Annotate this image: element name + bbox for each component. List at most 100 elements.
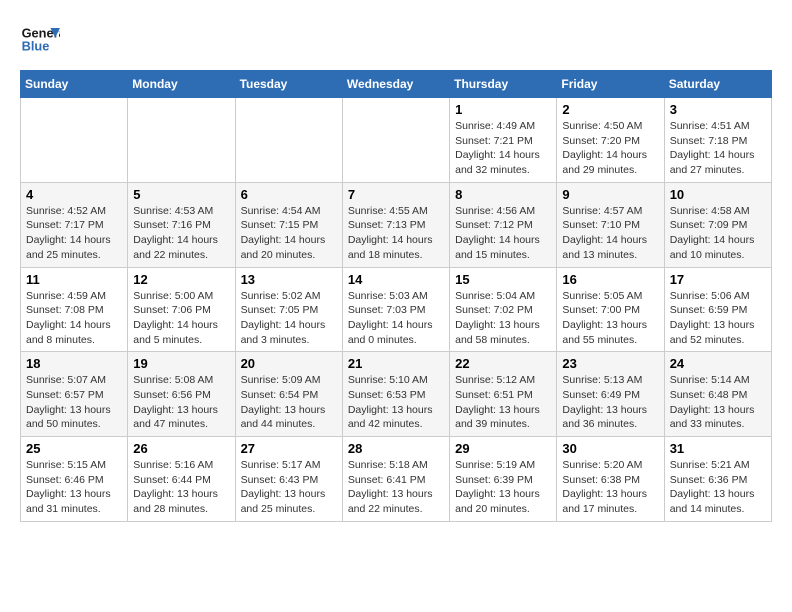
day-cell [128,98,235,183]
header-sunday: Sunday [21,71,128,98]
day-info: Sunrise: 4:57 AMSunset: 7:10 PMDaylight:… [562,204,658,263]
day-info: Sunrise: 5:16 AMSunset: 6:44 PMDaylight:… [133,458,229,517]
day-cell: 16Sunrise: 5:05 AMSunset: 7:00 PMDayligh… [557,267,664,352]
day-cell: 22 Sunrise: 5:12 AMSunset: 6:51 PMDayligh… [450,352,557,437]
day-number: 16 [562,272,658,287]
day-info: Sunrise: 5:02 AMSunset: 7:05 PMDaylight:… [241,289,337,348]
day-number: 5 [133,187,229,202]
day-number: 23 [562,356,658,371]
day-info: Sunrise: 4:51 AMSunset: 7:18 PMDaylight:… [670,119,766,178]
day-number: 11 [26,272,122,287]
day-number: 18 [26,356,122,371]
day-cell: 3 Sunrise: 4:51 AMSunset: 7:18 PMDaylight… [664,98,771,183]
day-cell: 31 Sunrise: 5:21 AMSunset: 6:36 PMDayligh… [664,437,771,522]
day-info: Sunrise: 5:06 AMSunset: 6:59 PMDaylight:… [670,289,766,348]
day-info: Sunrise: 4:53 AMSunset: 7:16 PMDaylight:… [133,204,229,263]
day-number: 13 [241,272,337,287]
day-number: 28 [348,441,444,456]
day-number: 24 [670,356,766,371]
week-row-1: 1 Sunrise: 4:49 AMSunset: 7:21 PMDaylight… [21,98,772,183]
header-thursday: Thursday [450,71,557,98]
day-cell: 20 Sunrise: 5:09 AMSunset: 6:54 PMDayligh… [235,352,342,437]
day-number: 7 [348,187,444,202]
header-monday: Monday [128,71,235,98]
day-info: Sunrise: 5:13 AMSunset: 6:49 PMDaylight:… [562,373,658,432]
day-cell: 25 Sunrise: 5:15 AMSunset: 6:46 PMDayligh… [21,437,128,522]
day-cell: 14 Sunrise: 5:03 AMSunset: 7:03 PMDayligh… [342,267,449,352]
day-cell: 2Sunrise: 4:50 AMSunset: 7:20 PMDaylight… [557,98,664,183]
day-number: 2 [562,102,658,117]
day-number: 4 [26,187,122,202]
day-number: 20 [241,356,337,371]
day-cell [235,98,342,183]
week-row-5: 25 Sunrise: 5:15 AMSunset: 6:46 PMDayligh… [21,437,772,522]
week-row-4: 18 Sunrise: 5:07 AMSunset: 6:57 PMDayligh… [21,352,772,437]
day-number: 25 [26,441,122,456]
day-cell: 12Sunrise: 5:00 AMSunset: 7:06 PMDayligh… [128,267,235,352]
day-cell: 18 Sunrise: 5:07 AMSunset: 6:57 PMDayligh… [21,352,128,437]
day-number: 9 [562,187,658,202]
day-cell: 15 Sunrise: 5:04 AMSunset: 7:02 PMDayligh… [450,267,557,352]
day-cell: 19 Sunrise: 5:08 AMSunset: 6:56 PMDayligh… [128,352,235,437]
day-cell: 9 Sunrise: 4:57 AMSunset: 7:10 PMDaylight… [557,182,664,267]
day-info: Sunrise: 5:10 AMSunset: 6:53 PMDaylight:… [348,373,444,432]
day-cell [342,98,449,183]
day-number: 26 [133,441,229,456]
day-cell: 1 Sunrise: 4:49 AMSunset: 7:21 PMDaylight… [450,98,557,183]
day-number: 15 [455,272,551,287]
day-cell: 23 Sunrise: 5:13 AMSunset: 6:49 PMDayligh… [557,352,664,437]
day-info: Sunrise: 5:17 AMSunset: 6:43 PMDaylight:… [241,458,337,517]
page-header: General Blue [20,20,772,60]
calendar-table: SundayMondayTuesdayWednesdayThursdayFrid… [20,70,772,522]
day-number: 31 [670,441,766,456]
day-cell: 28 Sunrise: 5:18 AMSunset: 6:41 PMDayligh… [342,437,449,522]
day-info: Sunrise: 4:56 AMSunset: 7:12 PMDaylight:… [455,204,551,263]
day-info: Sunrise: 5:09 AMSunset: 6:54 PMDaylight:… [241,373,337,432]
svg-text:Blue: Blue [22,38,50,53]
day-info: Sunrise: 5:04 AMSunset: 7:02 PMDaylight:… [455,289,551,348]
day-number: 21 [348,356,444,371]
logo: General Blue [20,20,60,60]
day-cell: 27 Sunrise: 5:17 AMSunset: 6:43 PMDayligh… [235,437,342,522]
day-number: 30 [562,441,658,456]
day-number: 1 [455,102,551,117]
day-number: 19 [133,356,229,371]
day-info: Sunrise: 5:12 AMSunset: 6:51 PMDaylight:… [455,373,551,432]
day-cell: 17 Sunrise: 5:06 AMSunset: 6:59 PMDayligh… [664,267,771,352]
day-number: 6 [241,187,337,202]
day-info: Sunrise: 5:08 AMSunset: 6:56 PMDaylight:… [133,373,229,432]
day-number: 10 [670,187,766,202]
day-info: Sunrise: 4:52 AMSunset: 7:17 PMDaylight:… [26,204,122,263]
day-number: 14 [348,272,444,287]
day-number: 29 [455,441,551,456]
day-info: Sunrise: 5:07 AMSunset: 6:57 PMDaylight:… [26,373,122,432]
day-info: Sunrise: 5:03 AMSunset: 7:03 PMDaylight:… [348,289,444,348]
day-info: Sunrise: 5:18 AMSunset: 6:41 PMDaylight:… [348,458,444,517]
day-info: Sunrise: 5:15 AMSunset: 6:46 PMDaylight:… [26,458,122,517]
day-info: Sunrise: 4:58 AMSunset: 7:09 PMDaylight:… [670,204,766,263]
day-number: 3 [670,102,766,117]
day-info: Sunrise: 4:49 AMSunset: 7:21 PMDaylight:… [455,119,551,178]
day-cell: 11Sunrise: 4:59 AMSunset: 7:08 PMDayligh… [21,267,128,352]
day-info: Sunrise: 5:00 AMSunset: 7:06 PMDaylight:… [133,289,229,348]
day-cell: 30 Sunrise: 5:20 AMSunset: 6:38 PMDayligh… [557,437,664,522]
day-cell: 29Sunrise: 5:19 AMSunset: 6:39 PMDayligh… [450,437,557,522]
day-info: Sunrise: 5:20 AMSunset: 6:38 PMDaylight:… [562,458,658,517]
day-cell: 4 Sunrise: 4:52 AMSunset: 7:17 PMDaylight… [21,182,128,267]
week-row-3: 11Sunrise: 4:59 AMSunset: 7:08 PMDayligh… [21,267,772,352]
logo-icon: General Blue [20,20,60,60]
day-cell: 21 Sunrise: 5:10 AMSunset: 6:53 PMDayligh… [342,352,449,437]
day-cell: 26 Sunrise: 5:16 AMSunset: 6:44 PMDayligh… [128,437,235,522]
day-cell: 8 Sunrise: 4:56 AMSunset: 7:12 PMDaylight… [450,182,557,267]
day-info: Sunrise: 4:54 AMSunset: 7:15 PMDaylight:… [241,204,337,263]
day-number: 22 [455,356,551,371]
day-info: Sunrise: 4:55 AMSunset: 7:13 PMDaylight:… [348,204,444,263]
day-info: Sunrise: 5:21 AMSunset: 6:36 PMDaylight:… [670,458,766,517]
day-number: 27 [241,441,337,456]
day-number: 8 [455,187,551,202]
day-info: Sunrise: 5:14 AMSunset: 6:48 PMDaylight:… [670,373,766,432]
day-number: 17 [670,272,766,287]
header-friday: Friday [557,71,664,98]
day-cell: 13 Sunrise: 5:02 AMSunset: 7:05 PMDayligh… [235,267,342,352]
header-tuesday: Tuesday [235,71,342,98]
